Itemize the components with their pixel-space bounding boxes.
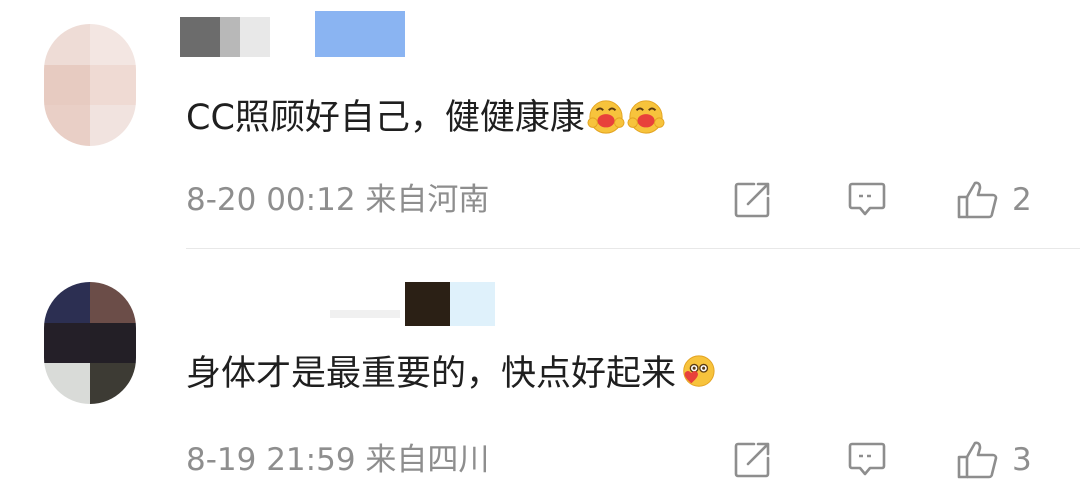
like-count: 3 (1012, 442, 1032, 478)
hug-emoji (627, 100, 665, 134)
comment-meta-text: 8-19 21:59 来自四川 (186, 438, 489, 482)
share-icon (734, 442, 770, 478)
comment-meta-text: 8-20 00:12 来自河南 (186, 178, 489, 222)
thumbs-up-icon (957, 181, 998, 219)
share-icon (734, 182, 770, 218)
like-button[interactable]: 3 (956, 440, 1032, 480)
comment-body: CC照顾好自己，健健康康 (186, 98, 585, 138)
comment-icon (848, 442, 886, 476)
avatar[interactable] (44, 24, 136, 146)
comment-meta: 8-20 00:12 来自河南 2 (186, 178, 1044, 222)
share-button[interactable] (732, 440, 772, 480)
avatar[interactable] (44, 282, 136, 404)
comment-location: 来自四川 (365, 442, 490, 478)
comment-text: CC照顾好自己，健健康康 (186, 96, 665, 140)
share-button[interactable] (732, 180, 772, 220)
comment-text: 身体才是最重要的，快点好起来 (186, 352, 716, 396)
comment-button[interactable] (846, 180, 888, 220)
comment-body: 身体才是最重要的，快点好起来 (186, 354, 677, 394)
like-button[interactable]: 2 (956, 180, 1032, 220)
hug-emoji (587, 100, 625, 134)
like-count: 2 (1012, 182, 1032, 218)
comment-time: 8-20 00:12 (186, 182, 356, 218)
comment-meta: 8-19 21:59 来自四川 3 (186, 438, 1044, 482)
comment-location: 来自河南 (365, 182, 490, 218)
comment-button[interactable] (846, 440, 888, 480)
comment-icon (848, 182, 886, 216)
thumbs-up-icon (957, 441, 998, 479)
divider (186, 248, 1080, 249)
comment-item: 身体才是最重要的，快点好起来 8-19 21:59 来自四川 3 (0, 250, 1080, 479)
heart-hug-emoji (683, 355, 715, 387)
comment-item: CC照顾好自己，健健康康 8-20 00:12 来自河南 2 (0, 0, 1080, 250)
comment-time: 8-19 21:59 (186, 442, 356, 478)
